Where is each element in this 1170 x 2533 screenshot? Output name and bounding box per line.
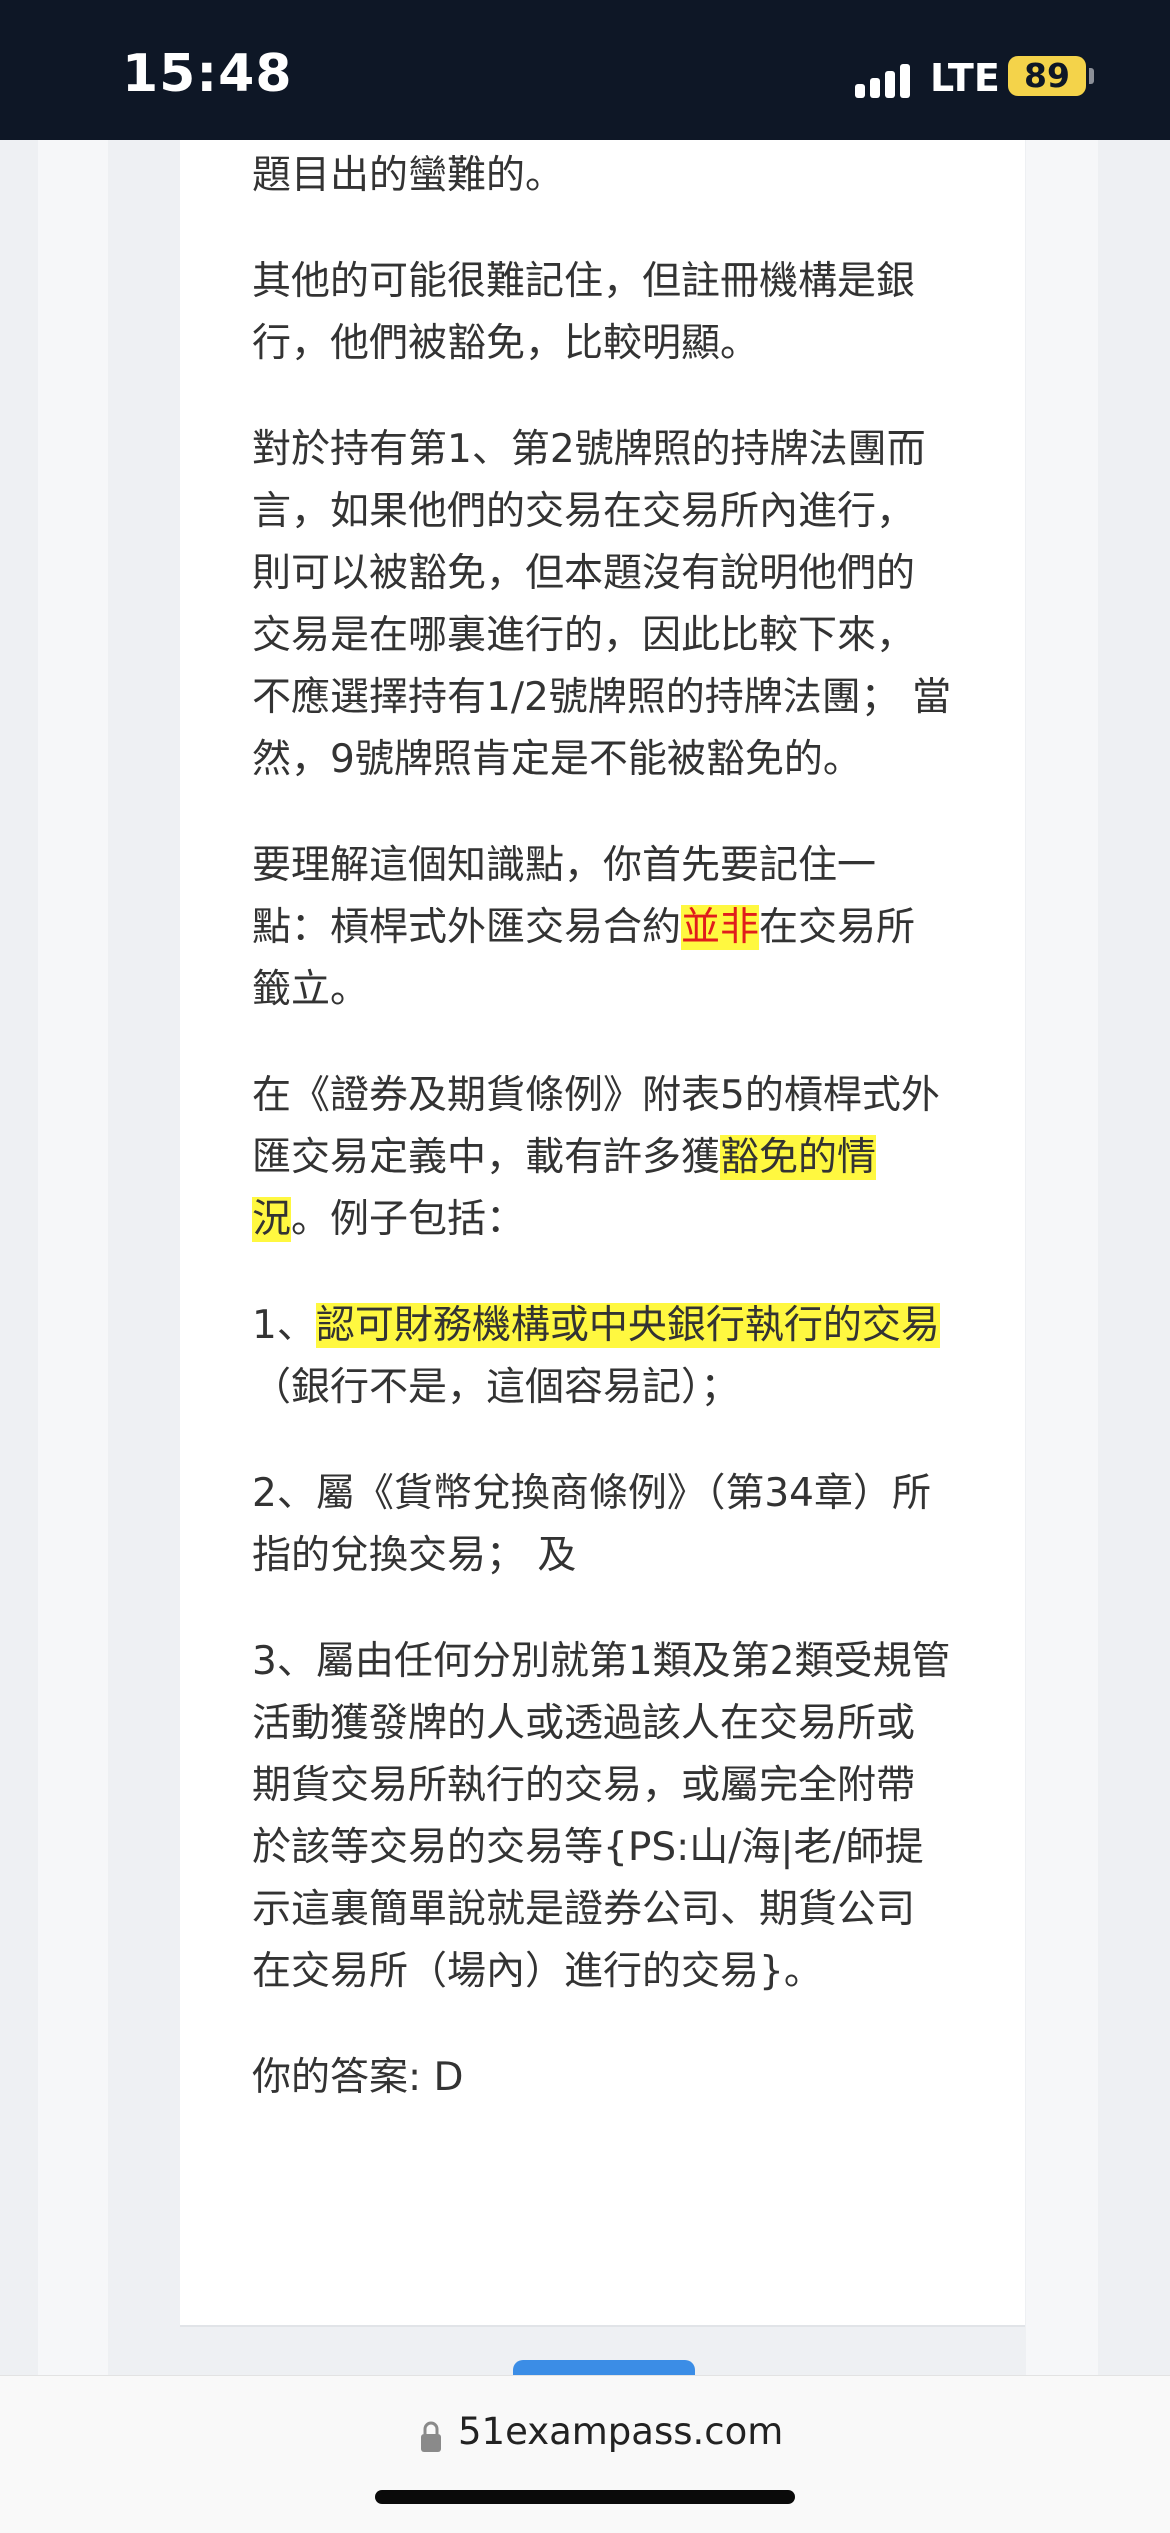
list-item-2: 2、屬《貨幣兌換商條例》（第34章）所指的兌換交易； 及	[252, 1471, 931, 1578]
highlight-not: 並非	[681, 905, 760, 950]
status-time: 15:48	[122, 44, 293, 104]
browser-address-bar[interactable]	[0, 2375, 1170, 2533]
explanation-content: 題目出的蠻難的。 其他的可能很難記住，但註冊機構是銀行，他們被豁免，比較明顯。 …	[252, 145, 952, 2153]
paragraph-exemptions: 在《證券及期貨條例》附表5的槓桿式外匯交易定義中，載有許多獲豁免的情況。例子包括…	[252, 1065, 952, 1251]
list-item-1: 1、認可財務機構或中央銀行執行的交易 （銀行不是，這個容易記）；	[252, 1295, 952, 1419]
exemptions-text-end: 。例子包括：	[291, 1197, 526, 1242]
list-item-1-number: 1、	[252, 1303, 316, 1348]
list-item-3: 3、屬由任何分別就第1類及第2類受規管活動獲發牌的人或透過該人在交易所或期貨交易…	[252, 1639, 951, 1994]
network-type: LTE	[930, 56, 1000, 100]
paragraph-difficulty: 題目出的蠻難的。	[252, 153, 565, 198]
right-gutter	[1026, 140, 1098, 2375]
lock-icon	[421, 2421, 441, 2452]
home-indicator[interactable]	[375, 2490, 795, 2504]
battery-tip	[1089, 68, 1094, 84]
signal-bars-icon	[855, 58, 915, 98]
paragraph-licence-analysis: 對於持有第1、第2號牌照的持牌法團而言，如果他們的交易在交易所內進行，則可以被豁…	[252, 427, 952, 782]
paragraph-key-point: 要理解這個知識點，你首先要記住一點：槓桿式外匯交易合約並非在交易所籤立。	[252, 835, 952, 1021]
paragraph-registered-institution: 其他的可能很難記住，但註冊機構是銀行，他們被豁免，比較明顯。	[252, 259, 916, 366]
status-bar: 15:48 LTE 89	[0, 0, 1170, 140]
highlight-authorized-institutions: 認可財務機構或中央銀行執行的交易	[315, 1303, 940, 1348]
your-answer: 你的答案: D	[252, 2055, 464, 2100]
list-item-1-note: （銀行不是，這個容易記）；	[252, 1365, 740, 1410]
url-text[interactable]: 51exampass.com	[458, 2410, 783, 2453]
left-gutter	[38, 140, 108, 2375]
battery-indicator: 89	[1008, 56, 1086, 96]
